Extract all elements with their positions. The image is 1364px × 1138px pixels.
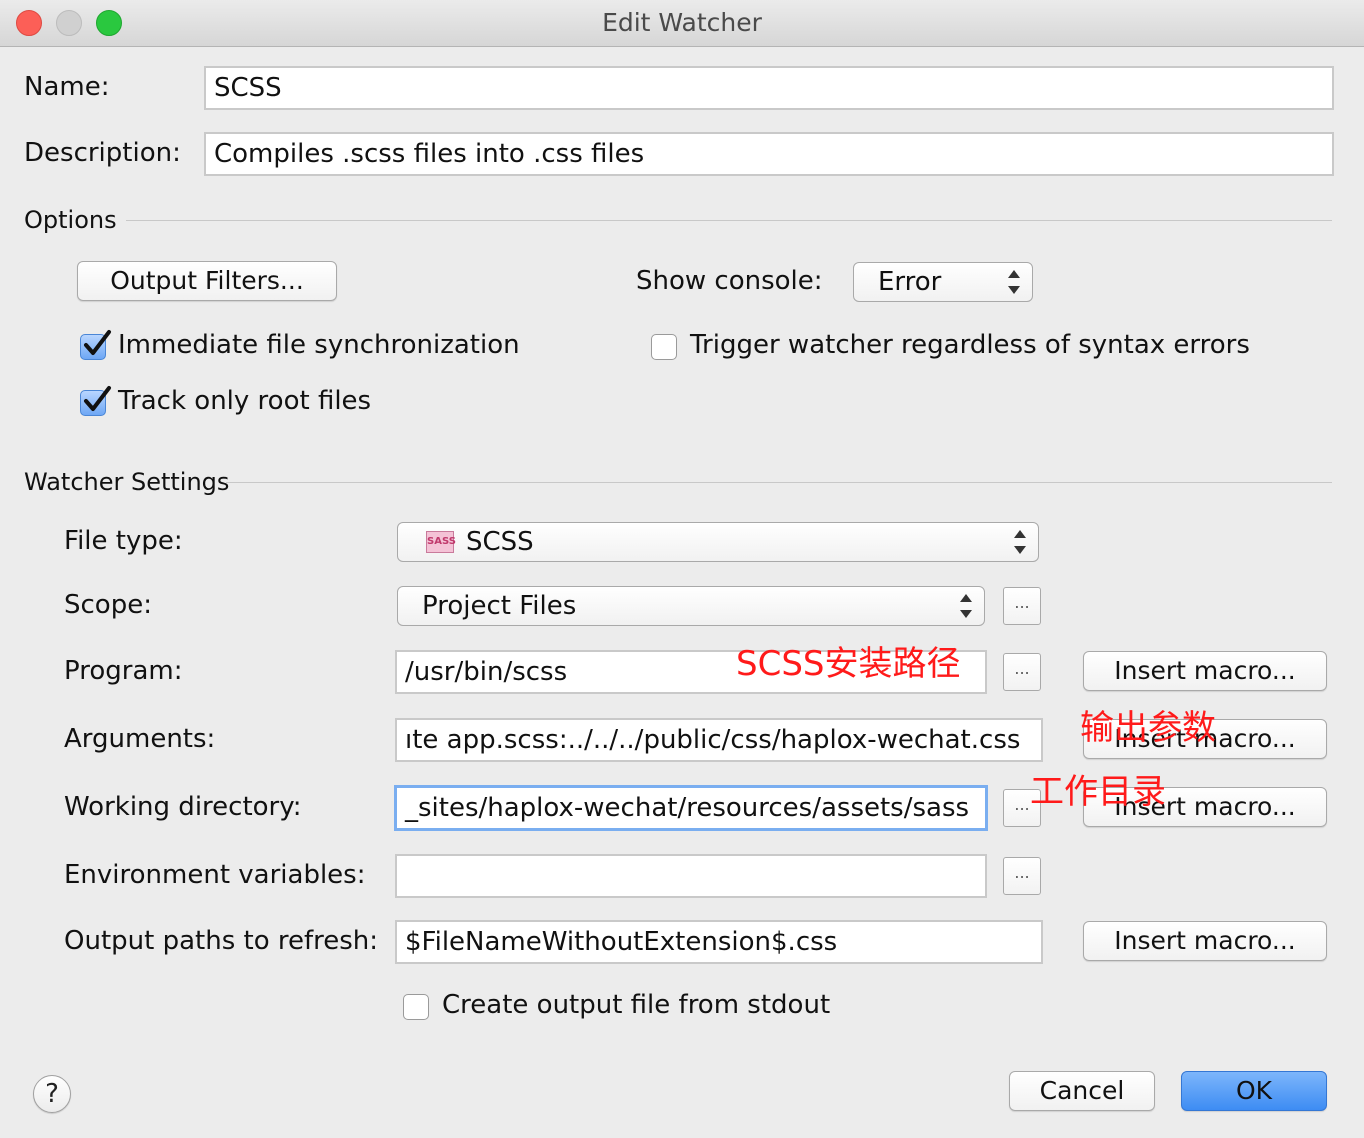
arguments-label: Arguments: — [64, 724, 216, 754]
working-directory-field[interactable]: _sites/haplox-wechat/resources/assets/sa… — [394, 785, 988, 831]
ok-button[interactable]: OK — [1181, 1071, 1327, 1111]
output-paths-insert-macro-button[interactable]: Insert macro... — [1083, 921, 1327, 961]
scope-select[interactable]: Project Files — [397, 586, 985, 626]
updown-arrows-icon — [960, 592, 972, 620]
immediate-sync-checkbox[interactable] — [80, 330, 111, 360]
track-root-label: Track only root files — [118, 386, 372, 416]
description-field[interactable]: Compiles .scss files into .css files — [204, 132, 1334, 176]
environment-variables-browse-button[interactable]: ... — [1003, 857, 1041, 895]
create-output-checkbox[interactable] — [403, 994, 429, 1020]
file-type-label: File type: — [64, 526, 183, 556]
program-annotation: SCSS安装路径 — [736, 644, 961, 684]
program-insert-macro-button[interactable]: Insert macro... — [1083, 651, 1327, 691]
program-browse-button[interactable]: ... — [1003, 653, 1041, 691]
watcher-settings-section-label: Watcher Settings — [24, 468, 230, 496]
watcher-settings-divider — [226, 482, 1332, 483]
updown-arrows-icon — [1014, 528, 1026, 556]
arguments-annotation: 输出参数 — [1080, 708, 1216, 748]
working-directory-annotation: 工作目录 — [1030, 772, 1166, 812]
environment-variables-field[interactable] — [395, 854, 987, 898]
options-divider — [126, 220, 1332, 221]
scope-value: Project Files — [422, 591, 577, 621]
name-label: Name: — [24, 72, 110, 102]
trigger-regardless-label: Trigger watcher regardless of syntax err… — [690, 330, 1250, 360]
environment-variables-label: Environment variables: — [64, 860, 366, 890]
output-filters-button[interactable]: Output Filters... — [77, 261, 337, 301]
create-output-label: Create output file from stdout — [442, 990, 831, 1020]
options-section-label: Options — [24, 206, 117, 234]
updown-arrows-icon — [1008, 268, 1020, 296]
description-label: Description: — [24, 138, 181, 168]
working-directory-label: Working directory: — [64, 792, 302, 822]
scope-label: Scope: — [64, 590, 152, 620]
show-console-select[interactable]: Error — [853, 262, 1033, 302]
immediate-sync-label: Immediate file synchronization — [118, 330, 520, 360]
show-console-label: Show console: — [636, 266, 823, 296]
cancel-button[interactable]: Cancel — [1009, 1071, 1155, 1111]
trigger-regardless-checkbox[interactable] — [651, 334, 677, 360]
scope-browse-button[interactable]: ... — [1003, 587, 1041, 625]
track-root-checkbox[interactable] — [80, 386, 111, 416]
file-type-value: SCSS — [466, 527, 534, 557]
name-field[interactable]: SCSS — [204, 66, 1334, 110]
checkmark-icon — [84, 330, 111, 355]
program-label: Program: — [64, 656, 183, 686]
output-paths-label: Output paths to refresh: — [64, 926, 379, 956]
window-title: Edit Watcher — [602, 8, 762, 37]
checkmark-icon — [84, 386, 111, 411]
output-paths-field[interactable]: $FileNameWithoutExtension$.css — [395, 920, 1043, 964]
file-type-select[interactable]: SASS SCSS — [397, 522, 1039, 562]
sass-file-icon: SASS — [426, 531, 456, 553]
help-button[interactable]: ? — [33, 1075, 71, 1113]
arguments-field[interactable]: ıte app.scss:../../../public/css/haplox-… — [395, 718, 1043, 762]
show-console-value: Error — [878, 267, 942, 297]
